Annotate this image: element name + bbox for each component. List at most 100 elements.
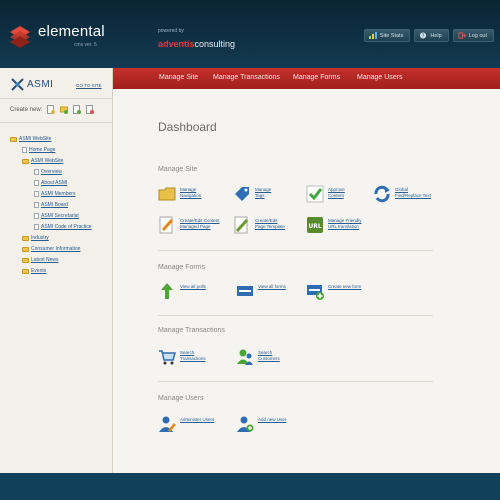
asmi-logo-icon	[11, 78, 24, 91]
site-name: ASMI	[27, 79, 54, 90]
nav-manage-transactions[interactable]: Manage Transactions	[213, 74, 280, 81]
action-create-new-form[interactable]: Create new form	[306, 282, 361, 300]
action-search-transactions[interactable]: Search Transactions	[158, 348, 206, 366]
page-icon	[34, 202, 39, 208]
action-create-edit-content[interactable]: Create/Edit Content Managed Page	[158, 216, 220, 234]
page-icon	[34, 191, 39, 197]
checkmark-icon	[306, 185, 324, 203]
go-to-site-link[interactable]: GO TO SITE	[76, 83, 102, 88]
polls-icon	[161, 283, 173, 299]
header-buttons: Site Stats ? Help Log out	[363, 29, 494, 42]
edit-page-icon	[159, 216, 174, 234]
svg-text:URL: URL	[308, 223, 321, 230]
tree-item-asmi-secretariat[interactable]: ASMI Secretariat	[34, 213, 79, 219]
tree-item-overview[interactable]: Overview	[34, 169, 62, 175]
page-icon	[34, 169, 39, 175]
nav-manage-users[interactable]: Manage Users	[357, 74, 403, 81]
tree-item-latest-news[interactable]: Latest News	[22, 257, 59, 263]
nav-manage-site[interactable]: Manage Site	[159, 74, 198, 81]
new-form-icon	[307, 285, 324, 300]
action-manage-friendly-urls[interactable]: URL Manage Friendly URL translation	[306, 216, 362, 234]
tree-item-asmi-website[interactable]: ASMI WebSite	[10, 136, 51, 142]
folder-icon	[158, 187, 176, 201]
powered-by: powered by adventisconsulting	[158, 28, 235, 52]
logo-version: cms ver. 5	[74, 42, 97, 48]
section-heading-manage-forms: Manage Forms	[158, 264, 206, 271]
logout-label: Log out	[468, 32, 487, 39]
create-link-icon[interactable]	[73, 105, 82, 114]
logout-button[interactable]: Log out	[452, 29, 494, 42]
main-nav: Manage Site Manage Transactions Manage F…	[113, 68, 500, 89]
action-label: Administer Users	[180, 417, 215, 422]
powered-brand: adventisconsulting	[158, 39, 236, 49]
action-label: View all polls	[180, 284, 206, 289]
tree-item-label: ASMI Code of Practice	[41, 224, 92, 230]
tree-item-asmi-website-sub[interactable]: ASMI WebSite	[22, 158, 63, 164]
create-template-icon[interactable]	[86, 105, 95, 114]
action-label: Approve Content	[328, 187, 345, 198]
action-label: Create/Edit Page Template	[255, 218, 285, 229]
action-administer-users[interactable]: Administer Users	[158, 415, 214, 433]
action-view-all-forms[interactable]: View all forms	[236, 282, 286, 300]
page-icon	[34, 180, 39, 186]
create-folder-icon[interactable]	[60, 105, 69, 114]
tree-item-events[interactable]: Events	[22, 268, 46, 274]
divider	[0, 122, 113, 123]
footer	[0, 473, 500, 500]
logo-text: elemental	[38, 23, 105, 40]
action-label: Global Find/Replace Text	[395, 187, 431, 198]
action-create-edit-template[interactable]: Create/Edit Page Template	[233, 216, 285, 234]
tree-item-label: ASMI WebSite	[31, 158, 64, 164]
action-label: Manage Tags	[255, 187, 272, 198]
help-icon: ?	[420, 32, 427, 39]
action-add-new-user[interactable]: Add new User	[236, 415, 286, 433]
help-button[interactable]: ? Help	[414, 29, 449, 42]
tree-item-label: ASMI Members	[41, 191, 76, 197]
tree-item-asmi-code-of-practice[interactable]: ASMI Code of Practice	[34, 224, 92, 230]
stats-icon	[368, 32, 377, 39]
action-label: Search Customers	[258, 350, 280, 361]
divider	[158, 315, 433, 316]
nav-manage-forms[interactable]: Manage Forms	[293, 74, 340, 81]
action-global-find-replace[interactable]: Global Find/Replace Text	[373, 185, 431, 203]
site-stats-button[interactable]: Site Stats	[363, 29, 411, 42]
action-approve-content[interactable]: Approve Content	[306, 185, 345, 203]
sidebar: ASMI GO TO SITE Create new: ASMI WebSite…	[0, 68, 113, 473]
folder-icon	[22, 235, 29, 241]
logout-icon	[458, 32, 466, 39]
tree-item-label: About ASMI	[41, 180, 68, 186]
folder-icon	[22, 257, 29, 263]
tree-item-label: Consumer Information	[31, 246, 81, 252]
action-manage-navigation[interactable]: Manage Navigation	[158, 185, 201, 203]
action-label: View all forms	[258, 284, 286, 289]
cart-icon	[159, 350, 176, 365]
form-icon	[237, 286, 253, 296]
logo[interactable]: elemental cms ver. 5	[8, 20, 108, 54]
dashboard-content: Dashboard Manage Site Manage Navigation M…	[113, 89, 500, 473]
help-label: Help	[430, 32, 442, 39]
tree-item-about-asmi[interactable]: About ASMI	[34, 180, 67, 186]
create-page-icon[interactable]	[47, 105, 56, 114]
edit-template-icon	[234, 216, 249, 234]
page-title: Dashboard	[158, 120, 217, 134]
tree-item-label: Latest News	[31, 257, 59, 263]
section-heading-manage-users: Manage Users	[158, 395, 204, 402]
tree-item-home-page[interactable]: Home Page	[22, 147, 55, 153]
action-search-customers[interactable]: Search Customers	[236, 348, 280, 366]
action-label: Search Transactions	[180, 350, 206, 361]
action-manage-tags[interactable]: Manage Tags	[233, 185, 271, 203]
create-new-bar: Create new:	[10, 105, 95, 114]
page-icon	[34, 213, 39, 219]
tree-item-industry[interactable]: Industry	[22, 235, 49, 241]
tree-item-asmi-members[interactable]: ASMI Members	[34, 191, 75, 197]
folder-icon	[22, 158, 29, 164]
action-label: Create/Edit Content Managed Page	[180, 218, 220, 229]
url-icon: URL	[307, 217, 323, 233]
action-label: Manage Friendly URL translation	[328, 218, 362, 229]
folder-icon	[10, 136, 17, 142]
action-view-all-polls[interactable]: View all polls	[158, 282, 206, 300]
tree-item-label: Home Page	[29, 147, 56, 153]
tree-item-asmi-board[interactable]: ASMI Board	[34, 202, 68, 208]
tree-item-consumer-information[interactable]: Consumer Information	[22, 246, 80, 252]
divider	[158, 250, 433, 251]
